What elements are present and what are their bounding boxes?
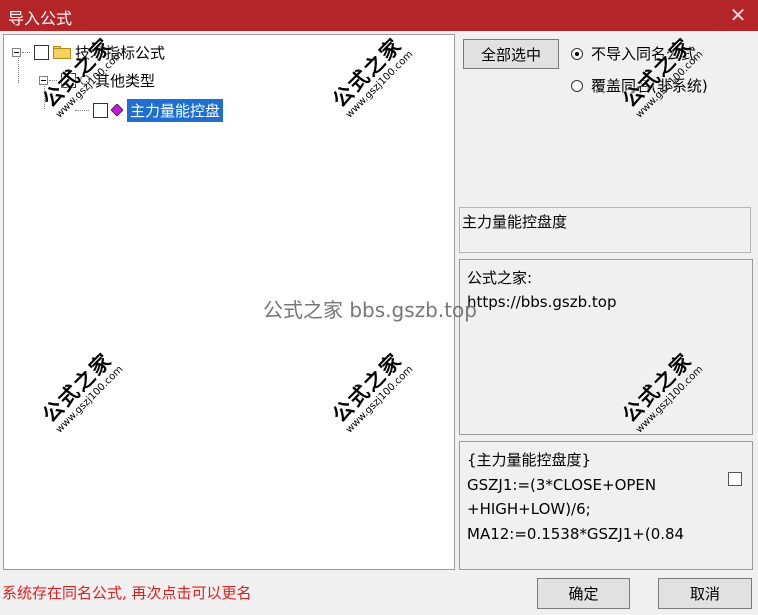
radio-button[interactable] — [571, 79, 583, 92]
watermark-text: 公式之家 bbs.gszb.top — [263, 298, 477, 322]
window-title: 导入公式 — [8, 9, 73, 28]
cancel-button[interactable]: 取消 — [658, 578, 752, 609]
collapse-icon[interactable] — [39, 75, 48, 85]
root-checkbox[interactable] — [34, 44, 49, 60]
formula-description: 公式之家: https://bbs.gszb.top — [459, 259, 753, 435]
code-line: {主力量能控盘度} — [467, 451, 592, 469]
select-all-button[interactable]: 全部选中 — [463, 39, 559, 69]
status-message: 系统存在同名公式, 再次点击可以更名 — [2, 584, 252, 602]
description-line: 公式之家: — [467, 269, 533, 287]
close-icon[interactable]: ✕ — [724, 2, 752, 28]
code-line: +HIGH+LOW)/6; — [467, 500, 591, 518]
folder-icon — [53, 45, 71, 59]
ok-button[interactable]: 确定 — [537, 578, 630, 609]
tree-node-label-selected[interactable]: 主力量能控盘 — [127, 98, 224, 122]
code-line: GSZJ1:=(3*CLOSE+OPEN — [467, 475, 657, 494]
code-line: MA12:=0.1538*GSZJ1+(0.84 — [467, 524, 685, 543]
title-bar: 导入公式 ✕ — [0, 0, 758, 31]
formula-name-field: 主力量能控盘度 — [459, 207, 751, 253]
formula-code-preview[interactable]: {主力量能控盘度} GSZJ1:=(3*CLOSE+OPEN +HIGH+LOW… — [459, 441, 753, 570]
radio-button-checked[interactable] — [571, 47, 583, 60]
formula-name: 主力量能控盘度 — [462, 213, 568, 231]
description-line: https://bbs.gszb.top — [467, 293, 617, 311]
collapse-icon[interactable] — [12, 47, 21, 57]
code-option-checkbox[interactable] — [728, 472, 742, 486]
formula-gem-icon — [111, 104, 123, 116]
